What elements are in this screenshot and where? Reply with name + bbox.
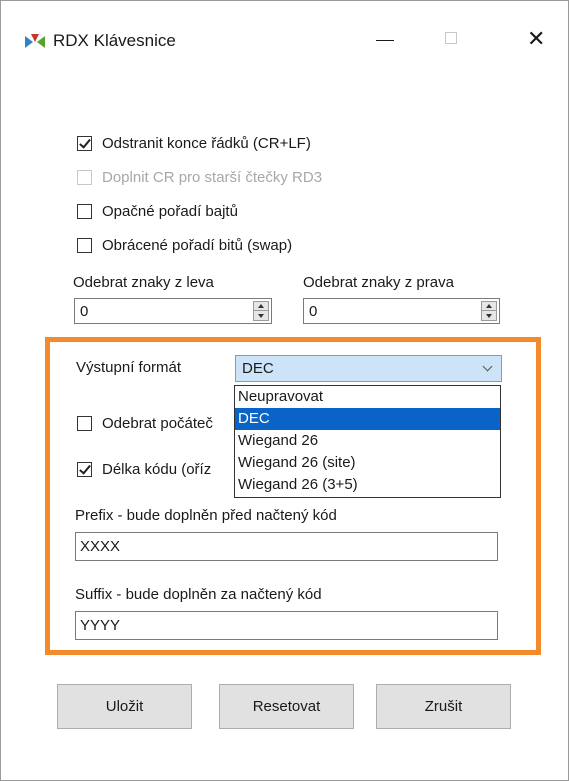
trim-right-spinner[interactable]: 0 [303, 298, 500, 324]
reset-button[interactable]: Resetovat [219, 684, 354, 729]
select-value: DEC [242, 360, 274, 377]
spinner-arrows-icon[interactable] [481, 301, 497, 321]
chevron-down-icon[interactable] [482, 361, 493, 372]
checkbox-label: Obrácené pořadí bitů (swap) [102, 236, 293, 254]
spinner-value[interactable]: 0 [80, 303, 88, 320]
trim-right-label: Odebrat znaky z prava [303, 274, 454, 291]
app-window: RDX Klávesnice ✕ Odstranit konce řádků (… [0, 0, 569, 781]
checkbox-box[interactable] [77, 237, 92, 253]
remove-leading-checkbox[interactable]: Odebrat počáteč [77, 411, 213, 435]
remove-line-endings-checkbox[interactable]: Odstranit konce řádků (CR+LF) [77, 131, 311, 155]
title-bar[interactable]: RDX Klávesnice ✕ [1, 1, 568, 71]
checkbox-box[interactable] [77, 203, 92, 219]
save-button[interactable]: Uložit [57, 684, 192, 729]
trim-left-spinner[interactable]: 0 [74, 298, 272, 324]
spinner-arrows-icon[interactable] [253, 301, 269, 321]
rdx-logo-icon [25, 34, 45, 48]
spinner-value[interactable]: 0 [309, 303, 317, 320]
cancel-button[interactable]: Zrušit [376, 684, 511, 729]
output-format-label: Výstupní formát [76, 359, 182, 376]
dropdown-option[interactable]: Wiegand 26 (site) [235, 452, 500, 474]
dropdown-option[interactable]: Wiegand 26 [235, 430, 500, 452]
suffix-input[interactable]: YYYY [75, 611, 498, 640]
window-title: RDX Klávesnice [53, 31, 176, 50]
dropdown-option-selected[interactable]: DEC [235, 408, 500, 430]
prefix-input[interactable]: XXXX [75, 532, 498, 561]
close-button[interactable]: ✕ [509, 19, 559, 59]
checkbox-box[interactable] [77, 415, 92, 431]
minimize-button[interactable] [361, 19, 411, 59]
add-cr-rd3-checkbox[interactable]: Doplnit CR pro starší čtečky RD3 [77, 165, 322, 189]
input-value[interactable]: XXXX [80, 538, 120, 555]
checkbox-label: Odstranit konce řádků (CR+LF) [102, 134, 311, 152]
trim-left-label: Odebrat znaky z leva [73, 274, 214, 291]
output-format-dropdown[interactable]: Neupravovat DEC Wiegand 26 Wiegand 26 (s… [234, 385, 501, 498]
maximize-button[interactable] [426, 19, 476, 59]
prefix-label: Prefix - bude doplněn před načtený kód [75, 507, 337, 524]
checkbox-label: Opačné pořadí bajtů [102, 202, 238, 220]
checkbox-box[interactable] [77, 461, 92, 477]
checkbox-label: Délka kódu (oříz [102, 460, 212, 478]
dropdown-option[interactable]: Wiegand 26 (3+5) [235, 474, 500, 496]
dropdown-option[interactable]: Neupravovat [235, 386, 500, 408]
checkbox-label: Odebrat počáteč [102, 414, 213, 432]
close-icon: ✕ [527, 27, 546, 52]
input-value[interactable]: YYYY [80, 617, 120, 634]
reverse-bits-checkbox[interactable]: Obrácené pořadí bitů (swap) [77, 233, 292, 257]
code-length-checkbox[interactable]: Délka kódu (oříz [77, 457, 211, 481]
suffix-label: Suffix - bude doplněn za načtený kód [75, 586, 322, 603]
checkbox-label: Doplnit CR pro starší čtečky RD3 [102, 168, 323, 186]
reverse-bytes-checkbox[interactable]: Opačné pořadí bajtů [77, 199, 238, 223]
checkbox-box[interactable] [77, 169, 92, 185]
checkbox-box[interactable] [77, 135, 92, 151]
output-format-select[interactable]: DEC [235, 355, 502, 382]
